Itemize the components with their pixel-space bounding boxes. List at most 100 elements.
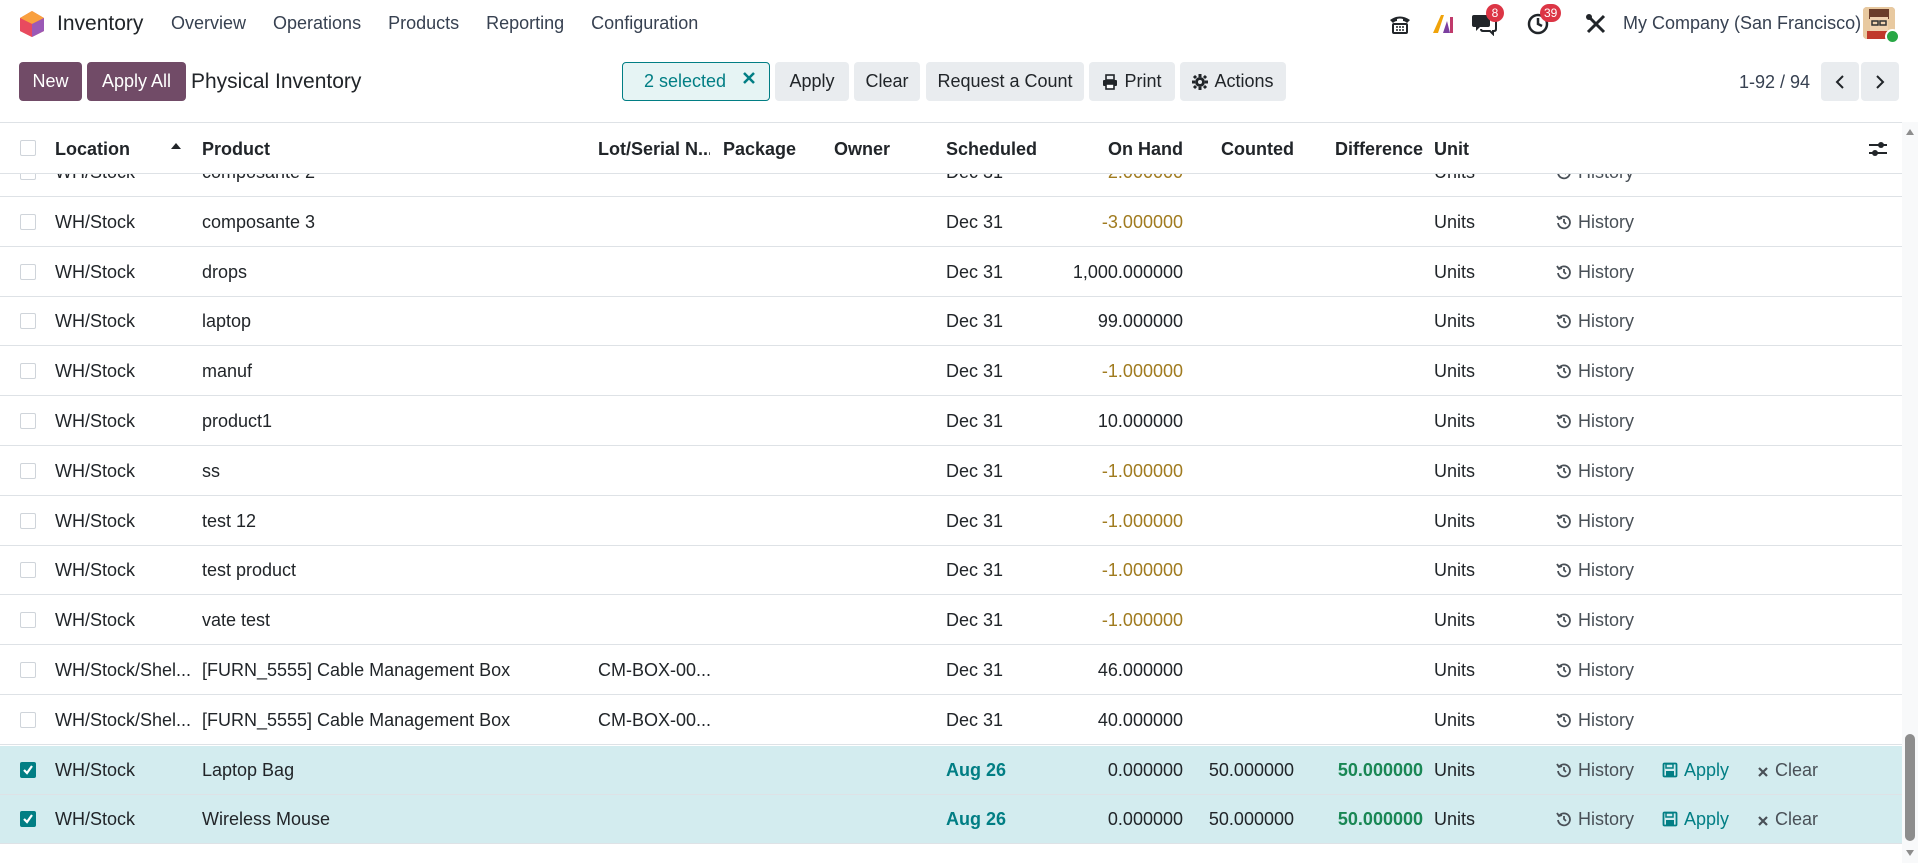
request-count-button[interactable]: Request a Count	[926, 62, 1084, 101]
cell-unit: Units	[1434, 262, 1476, 282]
unselect-all-icon[interactable]	[741, 70, 757, 91]
scroll-up-arrow-icon[interactable]	[1905, 128, 1915, 136]
scroll-down-arrow-icon[interactable]	[1905, 849, 1915, 857]
select-all-checkbox[interactable]	[20, 140, 36, 156]
clear-selected-button[interactable]: Clear	[854, 62, 920, 101]
history-button[interactable]: History	[1556, 212, 1634, 233]
table-row[interactable]: WH/Stock/Shel... [FURN_5555] Cable Manage…	[0, 696, 1902, 745]
table-row[interactable]: WH/Stock laptop Dec 31 99.000000 Units Histor…	[0, 297, 1902, 346]
row-checkbox[interactable]	[20, 363, 36, 379]
history-button[interactable]: History	[1556, 760, 1634, 781]
menu-reporting[interactable]: Reporting	[486, 13, 564, 34]
cell-scheduled: Dec 31	[946, 311, 1004, 331]
cell-product: test 12	[202, 511, 257, 531]
history-button[interactable]: History	[1556, 511, 1634, 532]
table-row[interactable]: WH/Stock product1 Dec 31 10.000000 Units Hist…	[0, 397, 1902, 446]
table-row[interactable]: WH/Stock test product Dec 31 -1.000000 Units…	[0, 546, 1902, 595]
cell-product: composante 3	[202, 212, 316, 232]
pager-value[interactable]: 1-92 / 94	[1739, 72, 1810, 93]
vertical-scrollbar[interactable]	[1902, 122, 1918, 863]
app-name[interactable]: Inventory	[57, 12, 143, 36]
history-button[interactable]: History	[1556, 311, 1634, 332]
history-button[interactable]: History	[1556, 660, 1634, 681]
history-button[interactable]: History	[1556, 262, 1634, 283]
col-counted[interactable]: Counted	[1190, 139, 1294, 160]
col-owner[interactable]: Owner	[834, 139, 890, 160]
history-button[interactable]: History	[1556, 809, 1634, 830]
row-apply-button[interactable]: Apply	[1662, 760, 1729, 781]
menu-configuration[interactable]: Configuration	[591, 13, 698, 34]
col-lot-serial[interactable]: Lot/Serial N...	[598, 139, 710, 160]
row-checkbox[interactable]	[20, 712, 36, 728]
cell-counted[interactable]: 50.000000	[1190, 809, 1294, 830]
col-on-hand[interactable]: On Hand	[1060, 139, 1183, 160]
col-product[interactable]: Product	[202, 139, 270, 160]
phone-icon[interactable]	[1384, 8, 1416, 40]
ai-icon[interactable]	[1426, 8, 1458, 40]
col-location[interactable]: Location	[55, 139, 130, 160]
menu-operations[interactable]: Operations	[273, 13, 361, 34]
print-button[interactable]: Print	[1089, 62, 1175, 101]
table-row[interactable]: WH/Stock vate test Dec 31 -1.000000 Units His…	[0, 596, 1902, 645]
table-row[interactable]: WH/Stock test 12 Dec 31 -1.000000 Units Histo…	[0, 497, 1902, 546]
cell-location: WH/Stock	[55, 809, 136, 829]
history-button[interactable]: History	[1556, 710, 1634, 731]
history-button[interactable]: History	[1556, 560, 1634, 581]
row-checkbox[interactable]	[20, 214, 36, 230]
col-scheduled[interactable]: Scheduled	[946, 139, 1037, 160]
row-checkbox[interactable]	[20, 264, 36, 280]
messages-icon[interactable]: 8	[1468, 4, 1504, 40]
cell-scheduled: Dec 31	[946, 411, 1004, 431]
scrollbar-thumb[interactable]	[1905, 734, 1915, 841]
col-package[interactable]: Package	[723, 139, 796, 160]
company-switcher[interactable]: My Company (San Francisco)	[1623, 13, 1861, 34]
cell-unit: Units	[1434, 461, 1476, 481]
apply-all-button[interactable]: Apply All	[87, 62, 186, 101]
history-button[interactable]: History	[1556, 461, 1634, 482]
row-checkbox[interactable]	[20, 762, 36, 778]
cell-product: [FURN_5555] Cable Management Box	[202, 710, 511, 730]
activities-clock-icon[interactable]: 39	[1522, 4, 1562, 40]
row-checkbox[interactable]	[20, 413, 36, 429]
row-checkbox[interactable]	[20, 463, 36, 479]
cell-scheduled: Dec 31	[946, 262, 1004, 282]
table-row[interactable]: WH/Stock drops Dec 31 1,000.000000 Units Hist…	[0, 248, 1902, 297]
table-row[interactable]: WH/Stock Wireless Mouse Aug 26 0.000000 50.0…	[0, 795, 1902, 844]
cell-counted[interactable]: 50.000000	[1190, 760, 1294, 781]
actions-label: Actions	[1214, 71, 1274, 91]
cell-location: WH/Stock	[55, 311, 136, 331]
cell-on-hand: -1.000000	[1101, 461, 1183, 481]
pager-previous-button[interactable]	[1821, 62, 1859, 101]
row-apply-button[interactable]: Apply	[1662, 809, 1729, 830]
table-row[interactable]: WH/Stock ss Dec 31 -1.000000 Units History	[0, 447, 1902, 496]
optional-columns-toggle-icon[interactable]	[1868, 140, 1888, 158]
row-checkbox[interactable]	[20, 662, 36, 678]
table-row[interactable]: WH/Stock/Shel... [FURN_5555] Cable Manage…	[0, 646, 1902, 695]
row-checkbox[interactable]	[20, 313, 36, 329]
cell-on-hand: 99.000000	[1097, 311, 1183, 331]
row-checkbox[interactable]	[20, 513, 36, 529]
col-difference[interactable]: Difference	[1300, 139, 1423, 160]
inventory-app-icon[interactable]	[19, 10, 45, 38]
history-button[interactable]: History	[1556, 411, 1634, 432]
history-button[interactable]: History	[1556, 610, 1634, 631]
new-button[interactable]: New	[19, 62, 82, 101]
debug-tools-icon[interactable]	[1580, 8, 1612, 40]
menu-products[interactable]: Products	[388, 13, 459, 34]
history-button[interactable]: History	[1556, 361, 1634, 382]
table-row[interactable]: WH/Stock composante 3 Dec 31 -3.000000 Units…	[0, 198, 1902, 247]
apply-selected-button[interactable]: Apply	[775, 62, 849, 101]
table-row[interactable]: WH/Stock manuf Dec 31 -1.000000 Units History	[0, 347, 1902, 396]
col-unit[interactable]: Unit	[1434, 139, 1469, 160]
row-clear-button[interactable]: Clear	[1757, 809, 1818, 830]
cell-lot-serial: CM-BOX-00...	[598, 710, 710, 730]
row-clear-button[interactable]: Clear	[1757, 760, 1818, 781]
actions-button[interactable]: Actions	[1180, 62, 1286, 101]
table-row[interactable]: WH/Stock Laptop Bag Aug 26 0.000000 50.00000…	[0, 746, 1902, 795]
row-checkbox[interactable]	[20, 562, 36, 578]
menu-overview[interactable]: Overview	[171, 13, 246, 34]
cell-location: WH/Stock/Shel...	[55, 710, 192, 730]
row-checkbox[interactable]	[20, 811, 36, 827]
pager-next-button[interactable]	[1861, 62, 1899, 101]
row-checkbox[interactable]	[20, 612, 36, 628]
